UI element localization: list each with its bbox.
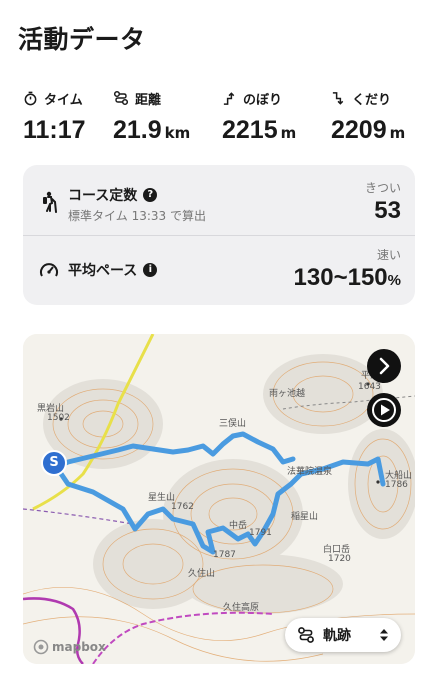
map-label: 久住山 xyxy=(188,569,216,579)
average-pace-label: 平均ペース xyxy=(68,263,138,279)
info-icon[interactable]: i xyxy=(143,263,158,277)
stat-value: 2209 xyxy=(331,116,387,144)
map-label: 中岳 xyxy=(229,521,248,531)
mapbox-logo-icon xyxy=(33,639,49,655)
map-terrain xyxy=(23,334,415,664)
map-label: 稲星山 xyxy=(291,512,319,522)
map-label: 1502 xyxy=(47,413,70,423)
average-pace-unit: % xyxy=(387,272,401,289)
stats-row: タイム 11:17 距離 21.9 km のぼり 2215 m くだり 2209 m xyxy=(0,88,438,148)
route-map[interactable]: 黒岩山 1502 雨ヶ池越 平治岳 1643 三俣山 法華院温泉 大船山 178… xyxy=(23,334,415,664)
stat-unit: m xyxy=(389,124,406,142)
map-next-button[interactable] xyxy=(367,349,401,383)
course-constant-sub: 標準タイム 13:33 で算出 xyxy=(68,209,206,223)
sort-arrows-icon xyxy=(380,629,388,641)
track-icon xyxy=(298,627,314,643)
average-pace-value: 130~150 xyxy=(293,264,388,291)
course-constant-value: 53 xyxy=(374,197,401,224)
stopwatch-icon xyxy=(24,91,37,105)
stat-value: 21.9 xyxy=(113,116,162,144)
map-label: 1787 xyxy=(213,550,236,560)
pace-rating-label: 速い xyxy=(376,248,401,262)
stat-value: 11:17 xyxy=(23,116,86,144)
page-title: 活動データ xyxy=(18,25,146,54)
speedometer-icon xyxy=(40,263,58,277)
stat-descent: くだり 2209 m xyxy=(331,88,405,145)
stat-time: タイム 11:17 xyxy=(23,88,89,145)
stat-distance: 距離 21.9 km xyxy=(113,88,190,145)
map-label: 1791 xyxy=(249,528,272,538)
track-select-label: 軌跡 xyxy=(323,628,351,644)
stat-label: タイム xyxy=(44,92,83,108)
chevron-right-icon xyxy=(379,357,390,375)
map-label: 久住高原 xyxy=(223,603,260,613)
map-label: 1762 xyxy=(171,502,194,512)
average-pace-row[interactable]: 平均ペース i 速い 130~150% xyxy=(23,235,415,306)
route-icon xyxy=(113,90,129,106)
course-constant-row[interactable]: コース定数 ? 標準タイム 13:33 で算出 きつい 53 xyxy=(23,165,415,235)
mapbox-label: mapbox xyxy=(52,640,106,654)
stat-label: のぼり xyxy=(243,92,283,108)
map-label: 1786 xyxy=(385,480,408,490)
map-label: 法華院温泉 xyxy=(287,467,333,477)
hiker-icon xyxy=(43,191,57,213)
descent-icon xyxy=(332,91,344,105)
stat-unit: m xyxy=(280,124,297,142)
help-icon[interactable]: ? xyxy=(143,188,158,202)
stat-label: くだり xyxy=(352,92,392,108)
map-label: 三俣山 xyxy=(219,419,247,429)
start-marker[interactable]: S xyxy=(41,450,67,476)
map-label: 1720 xyxy=(328,554,351,564)
track-select-button[interactable]: 軌跡 xyxy=(285,618,401,652)
summary-card: コース定数 ? 標準タイム 13:33 で算出 きつい 53 平均ペース i 速… xyxy=(23,165,415,305)
stat-label: 距離 xyxy=(135,92,162,108)
stat-ascent: のぼり 2215 m xyxy=(222,88,296,145)
stat-value: 2215 xyxy=(222,116,278,144)
map-play-button[interactable] xyxy=(367,393,401,427)
stat-unit: km xyxy=(164,124,191,142)
play-icon xyxy=(372,398,396,422)
ascent-icon xyxy=(223,91,235,105)
map-label: 雨ヶ池越 xyxy=(269,389,306,399)
difficulty-label: きつい xyxy=(364,181,401,195)
map-label: 1643 xyxy=(358,382,381,392)
course-constant-label: コース定数 xyxy=(68,188,138,204)
mapbox-attribution[interactable]: mapbox xyxy=(33,639,106,655)
